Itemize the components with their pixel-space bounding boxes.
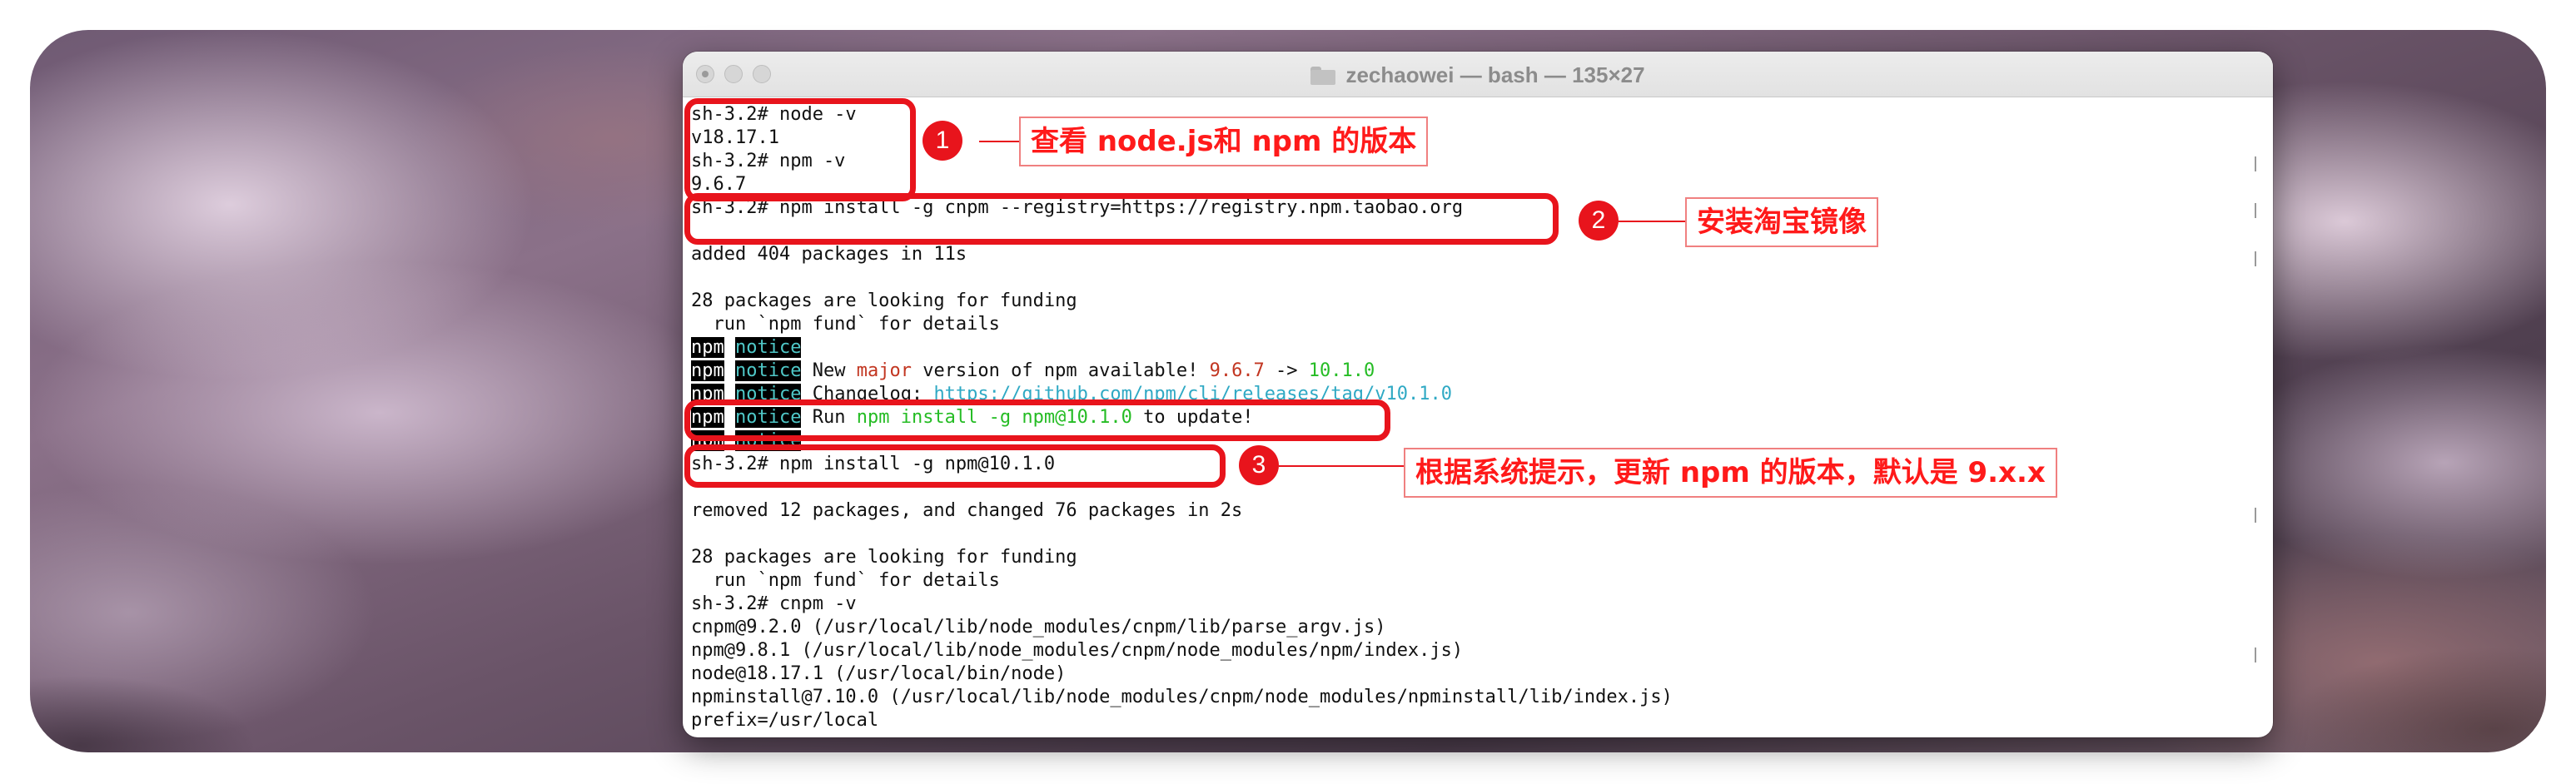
terminal-line: npminstall@7.10.0 (/usr/local/lib/node_m… — [691, 687, 1673, 707]
terminal-line: node@18.17.1 (/usr/local/bin/node) — [691, 663, 1067, 684]
scroll-marker — [2251, 203, 2256, 218]
notice-text: New — [801, 360, 857, 381]
notice-arrow: -> — [1264, 360, 1309, 381]
annotation-connector — [1619, 221, 1685, 222]
notice-new-version: 10.1.0 — [1308, 360, 1375, 381]
annotation-badge-3: 3 — [1239, 445, 1279, 485]
annotation-note-2: 安装淘宝镜像 — [1685, 197, 1878, 247]
notice-major: major — [856, 360, 912, 381]
npm-tag: npm — [691, 337, 724, 358]
scroll-marker — [2251, 251, 2256, 266]
annotation-note-3: 根据系统提示，更新 npm 的版本，默认是 9.x.x — [1404, 448, 2057, 498]
npm-notice-line: npm notice New major version of npm avai… — [691, 360, 2256, 383]
notice-tag: notice — [735, 360, 802, 381]
terminal-line: run `npm fund` for details — [691, 314, 1000, 335]
terminal-line: cnpm@9.2.0 (/usr/local/lib/node_modules/… — [691, 617, 1386, 638]
terminal-line: 28 packages are looking for funding — [691, 547, 1077, 568]
terminal-line: sh-3.2# npm -v — [691, 151, 846, 171]
notice-text: version of npm available! — [911, 360, 1210, 381]
terminal-line: 28 packages are looking for funding — [691, 290, 1077, 311]
highlight-box-3 — [684, 444, 1226, 488]
annotation-note-1: 查看 node.js和 npm 的版本 — [1019, 117, 1429, 166]
terminal-line: added 404 packages in 11s — [691, 244, 967, 265]
highlight-box-notice — [684, 399, 1390, 441]
annotation-badge-1: 1 — [922, 121, 962, 161]
window-titlebar[interactable]: zechaowei — bash — 135×27 — [683, 52, 2273, 97]
highlight-box-2 — [684, 193, 1559, 245]
terminal-line: sh-3.2# cnpm -v — [691, 593, 857, 614]
highlight-box-1 — [684, 98, 916, 201]
scroll-marker — [2251, 156, 2256, 171]
annotation-badge-2: 2 — [1579, 201, 1619, 241]
scroll-marker — [2251, 508, 2256, 523]
terminal-line: run `npm fund` for details — [691, 570, 1000, 591]
annotation-connector — [1279, 465, 1404, 467]
folder-icon — [1310, 66, 1336, 85]
terminal-window[interactable]: zechaowei — bash — 135×27 sh-3.2# node -… — [683, 52, 2273, 737]
scroll-marker — [2251, 648, 2256, 662]
npm-tag: npm — [691, 360, 724, 381]
terminal-line: npm@9.8.1 (/usr/local/lib/node_modules/c… — [691, 640, 1464, 661]
terminal-line: sh-3.2# node -v — [691, 104, 857, 125]
npm-notice-line: npm notice — [691, 336, 2256, 360]
terminal-line: removed 12 packages, and changed 76 pack… — [691, 500, 1243, 521]
notice-tag: notice — [735, 337, 802, 358]
window-title: zechaowei — bash — 135×27 — [683, 62, 2273, 91]
terminal-line: prefix=/usr/local — [691, 710, 879, 731]
notice-old-version: 9.6.7 — [1209, 360, 1265, 381]
annotation-connector — [979, 141, 1021, 142]
window-title-text: zechaowei — bash — 135×27 — [1345, 62, 1645, 87]
